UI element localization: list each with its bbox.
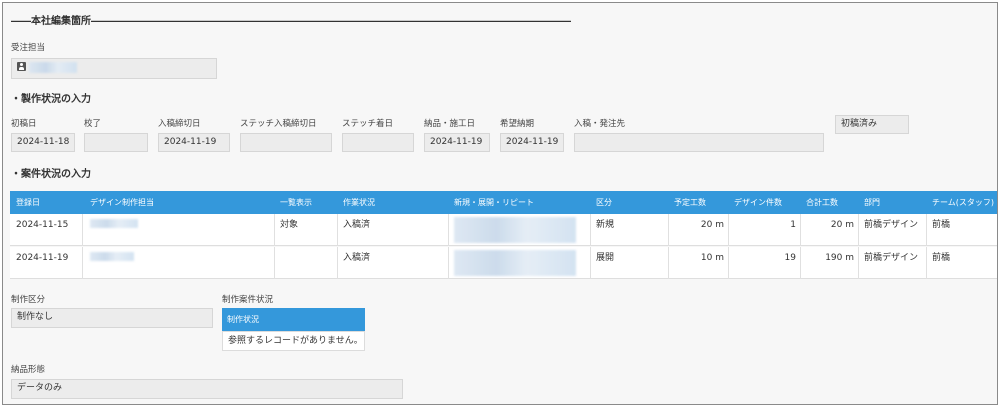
production-case-status-label: 制作案件状況 xyxy=(222,295,274,305)
cell-dept: 前橋デザイン xyxy=(864,253,919,263)
production-type-label: 制作区分 xyxy=(11,295,46,305)
case-status-title: ・案件状況の入力 xyxy=(11,169,91,180)
delivery-date-field[interactable]: 2024-11-19 xyxy=(424,133,490,152)
cell-dept: 前橋デザイン xyxy=(864,220,919,230)
col-department[interactable]: 部門 xyxy=(864,191,880,214)
status-badge: 初稿済み xyxy=(835,115,909,134)
cell-count: 19 xyxy=(784,253,796,263)
cell-work-status: 入稿済 xyxy=(343,220,371,230)
order-destination-label: 入稿・発注先 xyxy=(574,119,626,129)
cell-work-status: 入稿済 xyxy=(343,253,371,263)
col-registration-date[interactable]: 登録日 xyxy=(16,191,40,214)
production-status-title: ・製作状況の入力 xyxy=(11,94,91,105)
stitch-arrival-label: ステッチ着日 xyxy=(342,119,394,129)
delivery-format-label: 納品形態 xyxy=(11,365,46,375)
first-draft-date-field[interactable]: 2024-11-18 xyxy=(11,133,75,152)
col-design-count[interactable]: デザイン件数 xyxy=(734,191,782,214)
redacted-staff xyxy=(90,252,134,261)
stitch-deadline-label: ステッチ入稿締切日 xyxy=(240,119,317,129)
col-work-status[interactable]: 作業状況 xyxy=(343,191,375,214)
table-row[interactable]: 2024-11-19 入稿済 展開 10 m 19 190 m 前橋デザイン 前… xyxy=(10,247,997,279)
desired-delivery-label: 希望納期 xyxy=(500,119,535,129)
submission-deadline-field[interactable]: 2024-11-19 xyxy=(158,133,230,152)
table-row[interactable]: 2024-11-15 対象 入稿済 新規 20 m 1 20 m 前橋デザイン … xyxy=(10,214,997,246)
record-detail-panel: ――本社編集箇所――――――――――――――――――――――――――――――――… xyxy=(2,2,998,405)
cell-total: 190 m xyxy=(825,253,854,263)
cell-count: 1 xyxy=(790,220,796,230)
redacted-new-expand xyxy=(454,217,576,243)
col-design-staff[interactable]: デザイン制作担当 xyxy=(90,191,154,214)
submission-deadline-label: 入稿締切日 xyxy=(158,119,201,129)
col-category[interactable]: 区分 xyxy=(596,191,612,214)
delivery-date-label: 納品・施工日 xyxy=(424,119,476,129)
order-owner-label: 受注担当 xyxy=(11,43,46,53)
production-type-field[interactable]: 制作なし xyxy=(11,308,213,328)
section-header-honsha: ――本社編集箇所――――――――――――――――――――――――――――――――… xyxy=(11,16,571,27)
col-new-expand-repeat[interactable]: 新規・展開・リピート xyxy=(454,191,534,214)
proof-complete-label: 校了 xyxy=(84,119,102,129)
cell-display: 対象 xyxy=(280,220,299,230)
cell-planned: 20 m xyxy=(700,220,724,230)
order-destination-field[interactable] xyxy=(574,133,824,152)
first-draft-date-label: 初稿日 xyxy=(11,119,37,129)
col-planned-hours[interactable]: 予定工数 xyxy=(674,191,706,214)
related-records-empty: 参照するレコードがありません。 xyxy=(222,331,365,351)
redacted-staff xyxy=(90,219,138,228)
cell-team: 前橋 xyxy=(932,220,951,230)
delivery-format-field[interactable]: データのみ xyxy=(11,379,403,399)
cell-date: 2024-11-19 xyxy=(16,253,69,263)
table-header: 登録日 デザイン制作担当 一覧表示 作業状況 新規・展開・リピート 区分 予定工… xyxy=(10,191,997,214)
col-total-hours[interactable]: 合計工数 xyxy=(806,191,838,214)
stitch-deadline-field[interactable] xyxy=(240,133,332,152)
cell-category: 新規 xyxy=(596,220,615,230)
related-records-header: 制作状況 xyxy=(222,308,365,331)
col-list-display[interactable]: 一覧表示 xyxy=(280,191,312,214)
proof-complete-field[interactable] xyxy=(84,133,148,152)
cell-planned: 10 m xyxy=(700,253,724,263)
cell-team: 前橋 xyxy=(932,253,951,263)
col-team-staff[interactable]: チーム(スタッフ) xyxy=(932,191,994,214)
redacted-owner-name xyxy=(29,62,77,73)
cell-date: 2024-11-15 xyxy=(16,220,69,230)
stitch-arrival-field[interactable] xyxy=(342,133,414,152)
desired-delivery-field[interactable]: 2024-11-19 xyxy=(500,133,564,152)
redacted-new-expand xyxy=(454,250,576,276)
cell-total: 20 m xyxy=(830,220,854,230)
cell-category: 展開 xyxy=(596,253,615,263)
user-icon xyxy=(17,62,26,71)
